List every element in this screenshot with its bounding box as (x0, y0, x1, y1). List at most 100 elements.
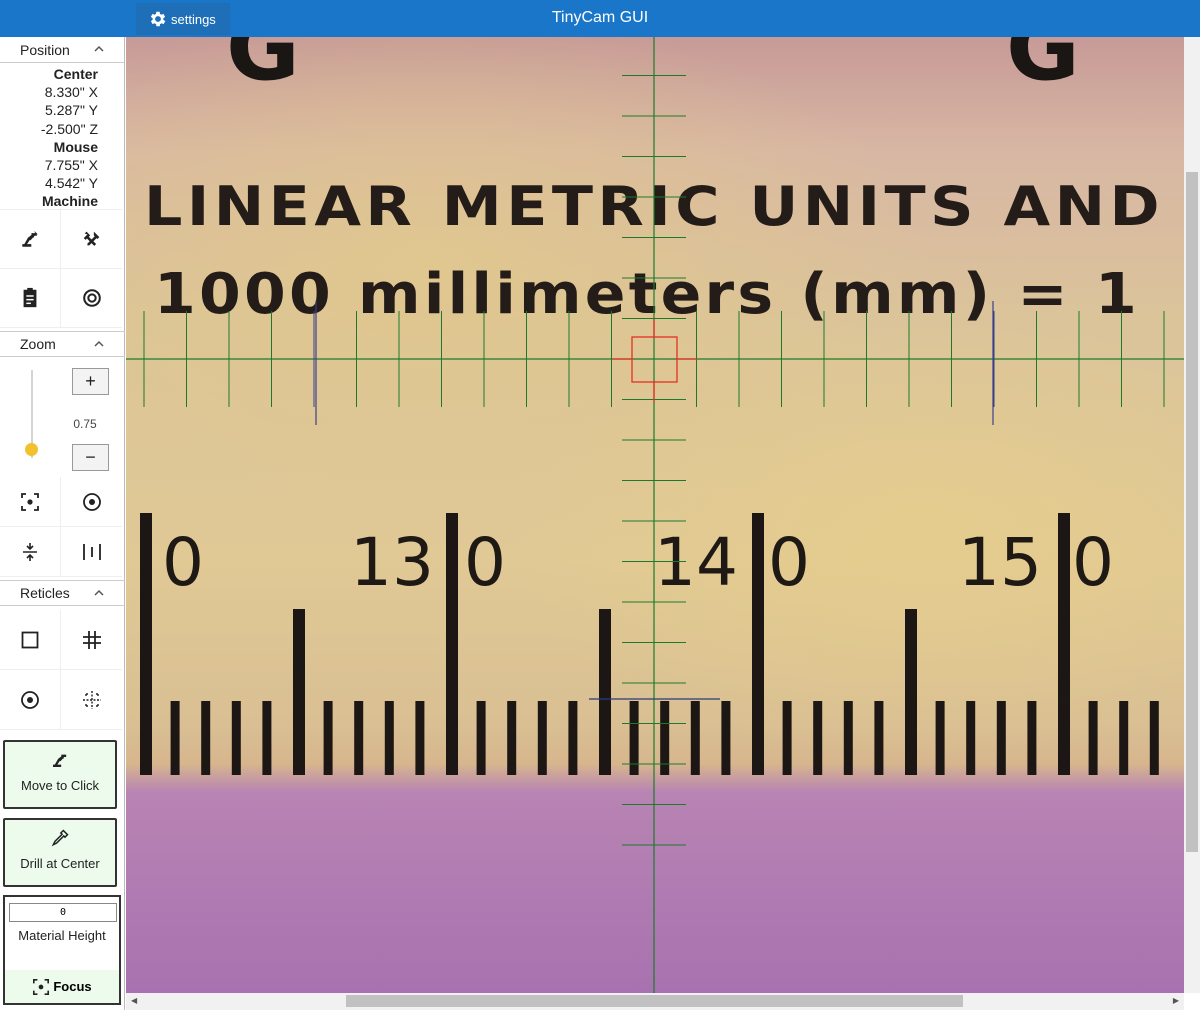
machine-label: Machine (41, 193, 98, 210)
ruler-tick (293, 609, 305, 775)
camera-overlay: G G LINEAR METRIC UNITS AND 1000 millime… (126, 37, 1184, 993)
focus-center-icon (33, 978, 50, 995)
ruler-tick (140, 513, 152, 775)
ruler-tick (935, 701, 945, 775)
expand-horizontal-icon (82, 543, 101, 560)
ruler-tick (476, 701, 486, 775)
circle-dot-button[interactable] (61, 477, 122, 527)
zoom-section-header[interactable]: Zoom (0, 331, 125, 357)
focus-button[interactable]: Focus (5, 970, 119, 1003)
center-z-value: -2.500" Z (40, 120, 98, 137)
ruler-tick (384, 701, 394, 775)
scroll-right-arrow[interactable]: ▶ (1173, 996, 1179, 1005)
chevron-up-icon (94, 340, 104, 347)
app-title: TinyCam GUI (551, 9, 649, 26)
ruler-tick (599, 609, 611, 775)
ruler-tick (813, 701, 823, 775)
ruler-tick (446, 513, 458, 775)
drill-at-center-button[interactable]: Drill at Center (3, 818, 117, 887)
clipboard-icon (23, 287, 37, 308)
circle-reticle-icon (21, 690, 39, 709)
ruler-tick (537, 701, 547, 775)
ruler-tick (568, 701, 578, 775)
ruler-tick (170, 701, 180, 775)
dashed-grid-reticle-icon (82, 690, 101, 709)
scroll-left-arrow[interactable]: ◀ (131, 996, 137, 1005)
clipboard-button[interactable] (0, 269, 61, 328)
ruler-tick (507, 701, 517, 775)
focus-label: Focus (53, 979, 92, 994)
focus-center-button[interactable] (0, 477, 61, 527)
move-to-click-button[interactable]: Move to Click (3, 740, 117, 809)
title-bar: settings TinyCam GUI (0, 0, 1200, 37)
compress-vertical-icon (23, 542, 37, 561)
material-height-panel: Material Height Focus (3, 895, 121, 1005)
center-x-value: 8.330" X (44, 84, 98, 101)
mouse-label: Mouse (53, 138, 98, 155)
mouse-x-value: 7.755" X (44, 157, 98, 174)
ruler-tick (1149, 701, 1159, 775)
reticle-tools (0, 610, 122, 730)
drill-at-center-label: Drill at Center (20, 856, 100, 871)
ruler-tick (966, 701, 976, 775)
ruler-number-0c: 0 (768, 524, 810, 601)
zoom-header-label: Zoom (20, 336, 56, 352)
ruler-tick (354, 701, 364, 775)
chevron-up-icon (94, 45, 104, 52)
circle-dot-icon (82, 492, 101, 511)
ruler-tick (905, 609, 917, 775)
expand-horizontal-button[interactable] (61, 527, 122, 577)
focus-center-icon (21, 492, 39, 511)
reticles-section-header[interactable]: Reticles (0, 580, 125, 606)
ruler-tick (323, 701, 333, 775)
cnc-machine-button[interactable] (0, 210, 61, 269)
reticles-header-label: Reticles (20, 585, 70, 601)
position-section-header[interactable]: Position (0, 37, 125, 63)
ruler-tick (782, 701, 792, 775)
top-digit-right: G (1006, 37, 1080, 101)
center-label: Center (53, 66, 98, 82)
grid-reticle-button[interactable] (61, 610, 122, 670)
zoom-tools (0, 477, 122, 577)
vertical-scrollbar[interactable] (1184, 37, 1200, 993)
dropper-icon (51, 829, 69, 847)
move-to-click-label: Move to Click (20, 778, 100, 793)
cnc-machine-icon (53, 754, 67, 767)
ruler-tick (752, 513, 764, 775)
grid-reticle-icon (82, 630, 101, 649)
material-height-label: Material Height (18, 928, 106, 943)
ruler-tick (721, 701, 731, 775)
vertical-scroll-thumb[interactable] (1186, 172, 1198, 852)
ruler-number-0: 0 (162, 524, 204, 601)
tools-button[interactable] (61, 210, 122, 269)
horizontal-scroll-thumb[interactable] (346, 995, 963, 1007)
ruler-number-0b: 0 (464, 524, 506, 601)
tools-icon (83, 231, 99, 246)
ruler-number-14: 14 (654, 524, 738, 601)
ruler-tick (201, 701, 211, 775)
ruler-tick (415, 701, 425, 775)
camera-view[interactable]: G G LINEAR METRIC UNITS AND 1000 millime… (126, 37, 1184, 993)
zoom-slider-handle[interactable] (25, 443, 38, 457)
horizontal-scrollbar[interactable]: ◀ ▶ (126, 993, 1184, 1010)
ruler-tick (1119, 701, 1129, 775)
material-height-input[interactable] (9, 903, 117, 922)
app-window: settings TinyCam GUI Position Center 8.3… (0, 0, 1200, 1010)
zoom-in-button[interactable]: + (72, 368, 109, 395)
ruler-tick (1027, 701, 1037, 775)
compress-vertical-button[interactable] (0, 527, 61, 577)
position-tools (0, 209, 122, 328)
ruler-tick (843, 701, 853, 775)
target-at-button[interactable] (61, 269, 122, 328)
ruler-tick (874, 701, 884, 775)
dashed-grid-reticle-button[interactable] (61, 670, 122, 730)
circle-reticle-button[interactable] (0, 670, 61, 730)
ruler-number-0d: 0 (1072, 524, 1114, 601)
ruler-tick (1088, 701, 1098, 775)
chevron-up-icon (94, 589, 104, 596)
square-reticle-button[interactable] (0, 610, 61, 670)
zoom-out-button[interactable]: − (72, 444, 109, 471)
zoom-value: 0.75 (73, 417, 97, 431)
mouse-y-value: 4.542" Y (45, 175, 98, 192)
position-readout: Center 8.330" X 5.287" Y -2.500" Z Mouse… (0, 65, 98, 211)
